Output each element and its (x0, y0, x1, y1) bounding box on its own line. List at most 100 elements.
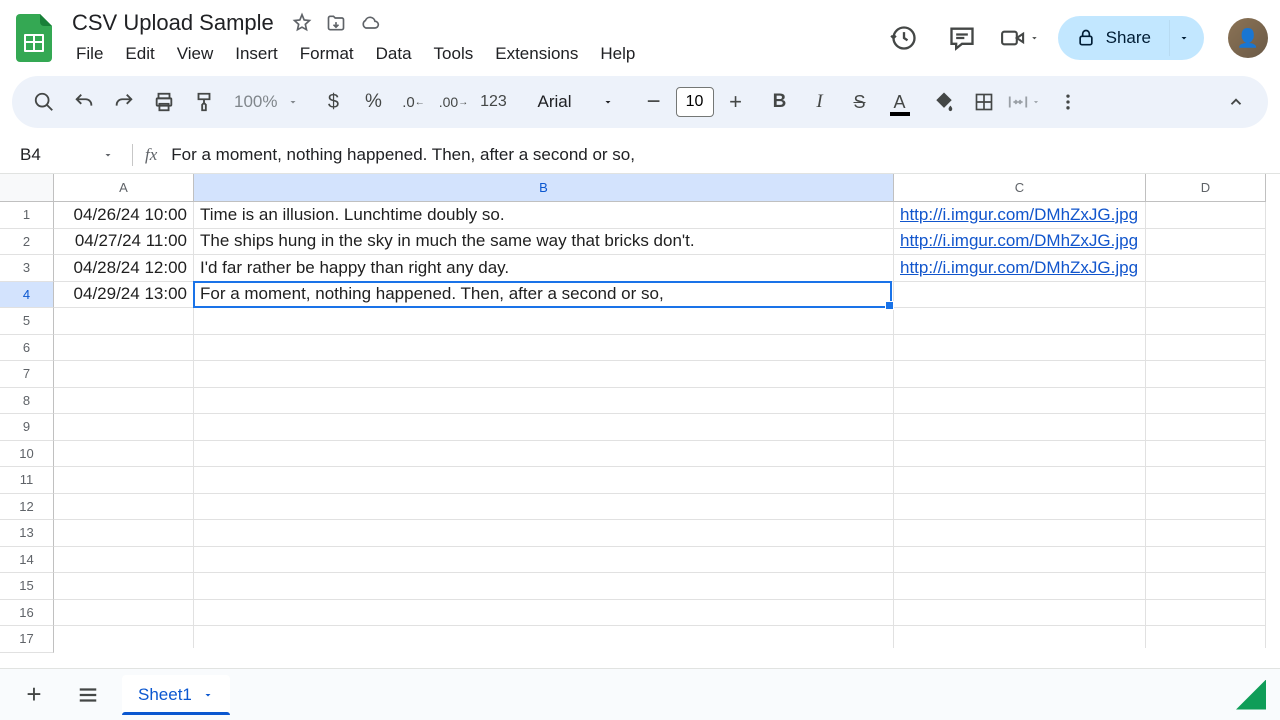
col-header-B[interactable]: B (194, 174, 894, 201)
cell[interactable] (894, 494, 1146, 520)
row-header[interactable]: 7 (0, 361, 54, 388)
cell[interactable] (1146, 547, 1266, 573)
account-avatar[interactable]: 👤 (1228, 18, 1268, 58)
cell[interactable] (1146, 414, 1266, 440)
row-header[interactable]: 3 (0, 255, 54, 282)
col-header-A[interactable]: A (54, 174, 194, 201)
cell[interactable] (194, 494, 894, 520)
cell[interactable] (194, 308, 894, 334)
menu-insert[interactable]: Insert (225, 40, 288, 68)
cell[interactable] (1146, 467, 1266, 493)
cloud-status-icon[interactable] (360, 13, 380, 33)
cell[interactable] (194, 335, 894, 361)
cell[interactable] (1146, 308, 1266, 334)
sheets-logo[interactable] (12, 10, 56, 66)
cell[interactable] (1146, 202, 1266, 228)
currency-icon[interactable]: $ (315, 84, 351, 120)
share-dropdown[interactable] (1169, 20, 1204, 56)
cell[interactable]: 04/26/24 10:00 (54, 202, 194, 228)
cell[interactable] (1146, 494, 1266, 520)
undo-icon[interactable] (66, 84, 102, 120)
cell[interactable] (54, 308, 194, 334)
formula-bar[interactable]: For a moment, nothing happened. Then, af… (171, 145, 1280, 165)
add-sheet-button[interactable]: + (14, 675, 54, 715)
cell[interactable] (194, 626, 894, 648)
cell[interactable] (194, 414, 894, 440)
cell[interactable] (194, 573, 894, 599)
cell[interactable] (894, 388, 1146, 414)
row-header[interactable]: 11 (0, 467, 54, 494)
menu-tools[interactable]: Tools (424, 40, 484, 68)
cell[interactable] (54, 414, 194, 440)
star-icon[interactable] (292, 13, 312, 33)
row-header[interactable]: 17 (0, 626, 54, 653)
cell[interactable] (1146, 520, 1266, 546)
cell[interactable] (54, 600, 194, 626)
percent-icon[interactable]: % (355, 84, 391, 120)
menu-help[interactable]: Help (590, 40, 645, 68)
fill-color-icon[interactable] (926, 84, 962, 120)
row-header[interactable]: 14 (0, 547, 54, 574)
menu-format[interactable]: Format (290, 40, 364, 68)
cell[interactable] (194, 441, 894, 467)
merge-cells-icon[interactable] (1006, 84, 1042, 120)
cell[interactable]: 04/28/24 12:00 (54, 255, 194, 281)
cell[interactable] (1146, 600, 1266, 626)
all-sheets-button[interactable] (68, 675, 108, 715)
row-header[interactable]: 13 (0, 520, 54, 547)
cell[interactable] (1146, 255, 1266, 281)
name-box[interactable]: B4 (12, 145, 120, 165)
row-header[interactable]: 9 (0, 414, 54, 441)
increase-decimal-icon[interactable]: .00→ (435, 84, 471, 120)
select-all-corner[interactable] (0, 174, 54, 202)
cell[interactable] (894, 308, 1146, 334)
borders-icon[interactable] (966, 84, 1002, 120)
cell[interactable] (1146, 626, 1266, 648)
more-icon[interactable] (1050, 84, 1086, 120)
cell[interactable] (1146, 441, 1266, 467)
zoom-select[interactable]: 100% (226, 92, 307, 112)
cell[interactable]: The ships hung in the sky in much the sa… (194, 229, 894, 255)
cell[interactable] (1146, 335, 1266, 361)
row-header[interactable]: 6 (0, 335, 54, 362)
cell[interactable] (194, 361, 894, 387)
menu-data[interactable]: Data (366, 40, 422, 68)
row-header[interactable]: 10 (0, 441, 54, 468)
meet-button[interactable] (1000, 18, 1040, 58)
row-header[interactable]: 1 (0, 202, 54, 229)
cell[interactable]: 04/27/24 11:00 (54, 229, 194, 255)
cell[interactable] (1146, 388, 1266, 414)
cell[interactable] (894, 414, 1146, 440)
cell[interactable] (894, 573, 1146, 599)
cell[interactable] (54, 494, 194, 520)
doc-title[interactable]: CSV Upload Sample (68, 8, 278, 38)
menu-file[interactable]: File (66, 40, 113, 68)
cell[interactable] (54, 626, 194, 648)
cell[interactable] (1146, 229, 1266, 255)
move-icon[interactable] (326, 13, 346, 33)
font-size-input[interactable] (676, 87, 714, 117)
cell[interactable] (194, 547, 894, 573)
menu-view[interactable]: View (167, 40, 224, 68)
cell[interactable]: Time is an illusion. Lunchtime doubly so… (194, 202, 894, 228)
cell[interactable] (1146, 282, 1266, 308)
cell[interactable] (894, 520, 1146, 546)
decrease-decimal-icon[interactable]: .0← (395, 84, 431, 120)
cell[interactable]: For a moment, nothing happened. Then, af… (194, 282, 894, 308)
menu-edit[interactable]: Edit (115, 40, 164, 68)
cell[interactable]: http://i.imgur.com/DMhZxJG.jpg (894, 229, 1146, 255)
cell[interactable] (54, 547, 194, 573)
cell[interactable] (54, 573, 194, 599)
cell[interactable] (54, 520, 194, 546)
increase-font-icon[interactable]: + (718, 84, 754, 120)
cell[interactable]: http://i.imgur.com/DMhZxJG.jpg (894, 202, 1146, 228)
strikethrough-icon[interactable]: S (842, 84, 878, 120)
explore-button[interactable] (1236, 680, 1266, 710)
cell[interactable] (1146, 573, 1266, 599)
cell[interactable] (194, 467, 894, 493)
cell[interactable] (894, 282, 1146, 308)
cell[interactable] (194, 520, 894, 546)
bold-icon[interactable]: B (762, 84, 798, 120)
row-header[interactable]: 8 (0, 388, 54, 415)
text-color-icon[interactable]: A (882, 84, 918, 120)
